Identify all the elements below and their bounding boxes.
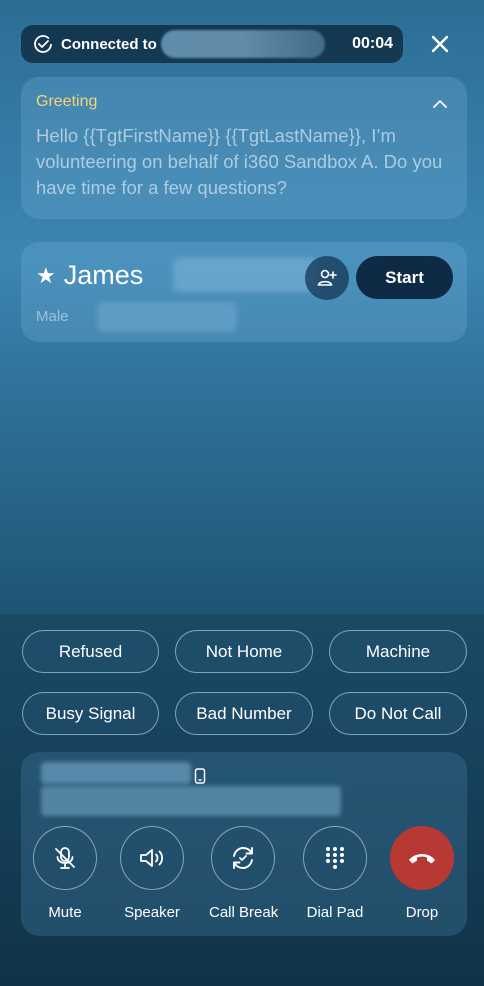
dial-pad-label: Dial Pad bbox=[306, 904, 364, 921]
mute-label: Mute bbox=[48, 904, 82, 921]
mute-control[interactable]: Mute bbox=[31, 826, 99, 921]
connection-status-bar: Connected to 00:04 bbox=[21, 25, 403, 63]
bad-number-button[interactable]: Bad Number bbox=[175, 692, 313, 735]
close-icon bbox=[431, 35, 449, 53]
star-icon: ★ bbox=[36, 262, 56, 288]
drop-control[interactable]: Drop bbox=[388, 826, 456, 921]
contact-name: ★ James bbox=[36, 260, 143, 291]
start-button[interactable]: Start bbox=[356, 256, 453, 299]
do-not-call-button[interactable]: Do Not Call bbox=[329, 692, 467, 735]
call-controls-card: Mute Speaker Call Break Dial Pad Drop bbox=[21, 752, 467, 936]
redacted-last-name bbox=[173, 258, 319, 292]
machine-button[interactable]: Machine bbox=[329, 630, 467, 673]
hang-up-icon bbox=[409, 854, 435, 864]
call-break-button[interactable] bbox=[211, 826, 275, 890]
speaker-control[interactable]: Speaker bbox=[118, 826, 186, 921]
greeting-title: Greeting bbox=[36, 93, 98, 110]
call-timer: 00:04 bbox=[352, 35, 393, 52]
busy-signal-button[interactable]: Busy Signal bbox=[22, 692, 159, 735]
close-button[interactable] bbox=[424, 28, 456, 60]
redacted-caller bbox=[160, 30, 325, 58]
mic-off-icon bbox=[55, 847, 75, 869]
dial-pad-control[interactable]: Dial Pad bbox=[301, 826, 369, 921]
greeting-card: Greeting Hello {{TgtFirstName}} {{TgtLas… bbox=[21, 77, 467, 219]
drop-button[interactable] bbox=[390, 826, 454, 890]
keypad-icon bbox=[326, 847, 344, 869]
refresh-icon bbox=[233, 847, 253, 869]
check-circle-icon bbox=[34, 35, 52, 53]
call-break-control[interactable]: Call Break bbox=[209, 826, 279, 921]
speaker-button[interactable] bbox=[120, 826, 184, 890]
speaker-label: Speaker bbox=[124, 904, 180, 921]
phone-icon bbox=[194, 768, 206, 784]
contact-first-name: James bbox=[63, 260, 144, 290]
dial-pad-button[interactable] bbox=[303, 826, 367, 890]
refused-button[interactable]: Refused bbox=[22, 630, 159, 673]
add-contact-button[interactable] bbox=[305, 256, 349, 300]
call-break-label: Call Break bbox=[209, 904, 279, 921]
greeting-script: Hello {{TgtFirstName}} {{TgtLastName}}, … bbox=[36, 125, 443, 198]
redacted-phone-number bbox=[41, 786, 341, 816]
connected-label: Connected to bbox=[61, 35, 157, 53]
redacted-details bbox=[97, 302, 237, 332]
not-home-button[interactable]: Not Home bbox=[175, 630, 313, 673]
contact-card: ★ James Male Start bbox=[21, 242, 467, 342]
mute-button[interactable] bbox=[33, 826, 97, 890]
contact-gender: Male bbox=[36, 308, 69, 325]
add-person-icon bbox=[317, 269, 337, 286]
drop-label: Drop bbox=[405, 904, 439, 921]
speaker-icon bbox=[140, 849, 164, 867]
redacted-name bbox=[41, 762, 191, 784]
chevron-up-icon[interactable] bbox=[431, 95, 449, 113]
call-screen: Connected to 00:04 Greeting Hello {{TgtF… bbox=[0, 0, 484, 986]
